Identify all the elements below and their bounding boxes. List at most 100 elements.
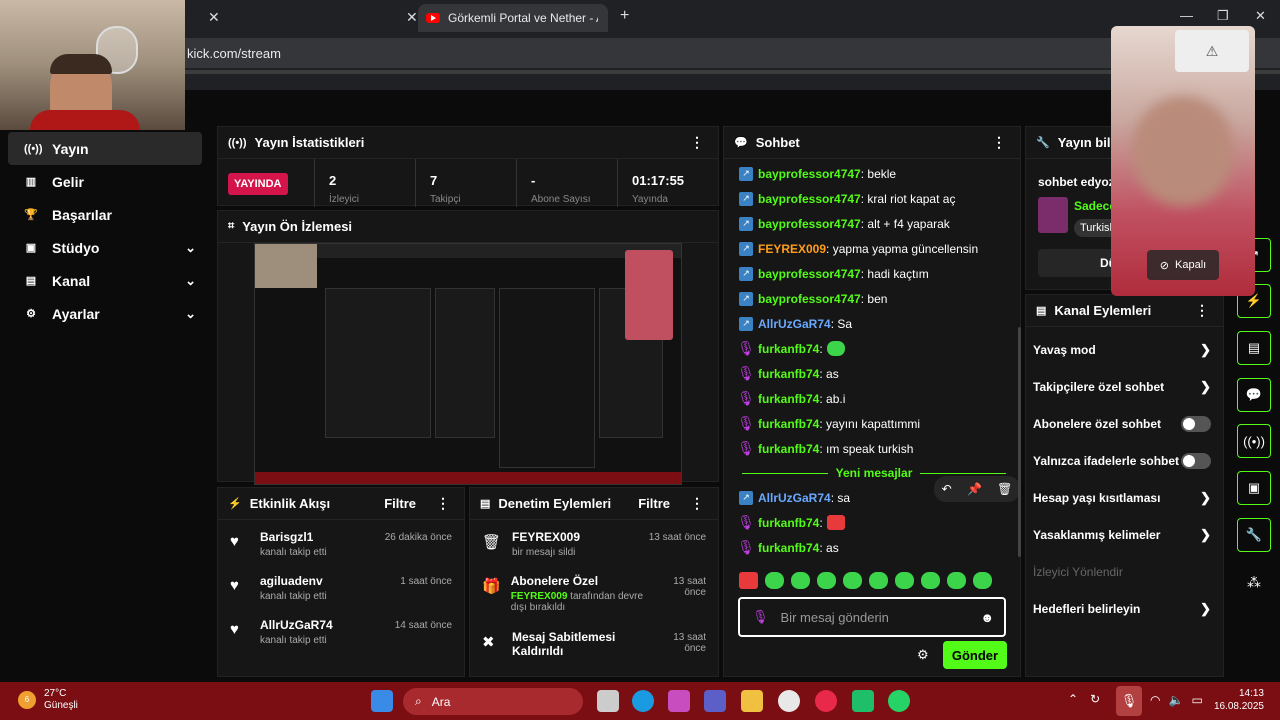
toggle-switch[interactable] (1181, 452, 1211, 469)
chat-input[interactable]: 🎙 Bir mesaj gönderin ☻ (738, 597, 1006, 637)
chat-username[interactable]: bayprofessor4747 (758, 267, 861, 281)
stream-preview-image[interactable] (254, 243, 682, 485)
chat-message[interactable]: ↗ bayprofessor4747: bekle (724, 161, 1020, 186)
emote-button[interactable] (895, 572, 914, 589)
chat-username[interactable]: FEYREX009 (758, 242, 826, 256)
chat-message[interactable]: ↗ FEYREX009: yapma yapma güncellensin (724, 236, 1020, 261)
chat-username[interactable]: bayprofessor4747 (758, 292, 861, 306)
chat-scrollbar[interactable] (1018, 327, 1021, 557)
camera-off-button[interactable]: ⊘ Kapalı (1147, 250, 1219, 280)
sync-icon[interactable]: ↻ (1090, 692, 1100, 706)
channel-action-item[interactable]: Hesap yaşı kısıtlaması ❯ (1026, 479, 1223, 516)
emote-button[interactable] (765, 572, 784, 589)
maximize-icon[interactable]: ❐ (1217, 8, 1229, 24)
taskbar-search[interactable]: ⌕ Ara (403, 688, 583, 715)
wrench-icon[interactable]: 🔧 (1237, 518, 1271, 552)
channel-action-item[interactable]: Yalnızca ifadelerle sohbet (1026, 442, 1223, 479)
close-window-icon[interactable]: ✕ (1255, 8, 1266, 24)
chat-username[interactable]: AllrUzGaR74 (758, 317, 831, 331)
chat-settings-icon[interactable]: ⚙ (917, 647, 929, 663)
emote-button[interactable] (947, 572, 966, 589)
chat-message[interactable]: ↗ bayprofessor4747: alt + f4 yaparak (724, 211, 1020, 236)
chat-username[interactable]: bayprofessor4747 (758, 192, 861, 206)
layout-icon[interactable]: ⁂ (1247, 574, 1261, 591)
sidebar-item-ayarlar[interactable]: ⚙ Ayarlar ⌄ (8, 297, 202, 330)
chat-message[interactable]: 🎙 furkanfb74: as (724, 361, 1020, 386)
windows-start-icon[interactable] (371, 690, 393, 712)
wifi-icon[interactable]: ◠ (1150, 693, 1160, 707)
copilot-icon[interactable] (668, 690, 690, 712)
chat-username[interactable]: furkanfb74 (758, 392, 819, 406)
sidebar-item-studyo[interactable]: ▣ Stüdyo ⌄ (8, 231, 202, 264)
channel-action-item[interactable]: Takipçilere özel sohbet ❯ (1026, 368, 1223, 405)
warning-icon[interactable]: ⚠ (1175, 30, 1249, 72)
folder-icon[interactable] (741, 690, 763, 712)
chat-username[interactable]: furkanfb74 (758, 417, 819, 431)
more-menu-icon[interactable]: ⋮ (1195, 302, 1209, 319)
emote-button[interactable] (869, 572, 888, 589)
send-button[interactable]: Gönder (943, 641, 1007, 669)
sidebar-item-kanal[interactable]: ▤ Kanal ⌄ (8, 264, 202, 297)
toggle-switch[interactable] (1181, 415, 1211, 432)
chat-username[interactable]: furkanfb74 (758, 367, 819, 381)
chrome-icon[interactable] (778, 690, 800, 712)
sidebar-item-basarilar[interactable]: 🏆 Başarılar (8, 198, 202, 231)
sidebar-item-gelir[interactable]: ▥ Gelir (8, 165, 202, 198)
edge-icon[interactable] (632, 690, 654, 712)
chat-username[interactable]: furkanfb74 (758, 442, 819, 456)
weather-widget[interactable]: 6 27°C Güneşli (18, 688, 78, 712)
chat-message[interactable]: 🎙 furkanfb74: yayını kapattımmi (724, 411, 1020, 436)
chat-message[interactable]: 🎙 furkanfb74: ım speak turkish (724, 436, 1020, 461)
chat-message[interactable]: ↗ bayprofessor4747: ben (724, 286, 1020, 311)
chat-message[interactable]: ↗ AllrUzGaR74: sa (724, 485, 1020, 510)
task-view-icon[interactable] (597, 690, 619, 712)
chat-username[interactable]: bayprofessor4747 (758, 217, 861, 231)
channel-icon[interactable]: ▣ (1237, 471, 1271, 505)
volume-icon[interactable]: 🔈 (1168, 693, 1183, 707)
document-icon[interactable]: ▤ (1237, 331, 1271, 365)
more-menu-icon[interactable]: ⋮ (992, 134, 1006, 151)
close-tab-icon[interactable]: ✕ (208, 9, 220, 26)
more-menu-icon[interactable]: ⋮ (690, 495, 704, 512)
chat-icon[interactable]: 💬 (1237, 378, 1271, 412)
mic-icon[interactable]: 🎙 (1116, 686, 1142, 716)
chat-message[interactable]: 🎙 furkanfb74: ab.i (724, 386, 1020, 411)
close-tab-icon[interactable]: ✕ (406, 9, 418, 26)
teams-icon[interactable] (704, 690, 726, 712)
chevron-up-icon[interactable]: ⌃ (1068, 692, 1078, 706)
emote-button[interactable] (817, 572, 836, 589)
chat-username[interactable]: furkanfb74 (758, 541, 819, 555)
channel-action-item[interactable]: Hedefleri belirleyin ❯ (1026, 590, 1223, 627)
chat-username[interactable]: furkanfb74 (758, 342, 819, 356)
emoji-icon[interactable]: ☻ (980, 610, 994, 625)
yandex-icon[interactable] (815, 690, 837, 712)
chat-username[interactable]: AllrUzGaR74 (758, 491, 831, 505)
chat-username[interactable]: bayprofessor4747 (758, 167, 861, 181)
chat-message[interactable]: 🎙 furkanfb74: (724, 336, 1020, 361)
filter-button[interactable]: Filtre (638, 496, 670, 511)
sidebar-item-yayin[interactable]: ((•)) Yayın (8, 132, 202, 165)
more-menu-icon[interactable]: ⋮ (436, 495, 450, 512)
channel-action-item[interactable]: Yavaş mod ❯ (1026, 331, 1223, 368)
chat-message[interactable]: ↗ AllrUzGaR74: Sa (724, 311, 1020, 336)
emote-button[interactable] (843, 572, 862, 589)
channel-action-item[interactable]: Abonelere özel sohbet (1026, 405, 1223, 442)
emote-button[interactable] (791, 572, 810, 589)
emote-button[interactable] (921, 572, 940, 589)
channel-action-item[interactable]: Yasaklanmış kelimeler ❯ (1026, 516, 1223, 553)
chat-message[interactable]: 🎙 furkanfb74: as (724, 535, 1020, 560)
emote-button[interactable] (973, 572, 992, 589)
emote-button[interactable] (739, 572, 758, 589)
minimize-icon[interactable]: — (1180, 8, 1193, 23)
chat-message[interactable]: ↗ bayprofessor4747: kral riot kapat aç (724, 186, 1020, 211)
new-tab-icon[interactable]: + (620, 7, 629, 25)
app-icon[interactable] (852, 690, 874, 712)
chat-message[interactable]: 🎙 furkanfb74: (724, 510, 1020, 535)
battery-icon[interactable]: ▭ (1191, 693, 1202, 707)
broadcast-icon[interactable]: ((•)) (1237, 424, 1271, 458)
whatsapp-icon[interactable] (888, 690, 910, 712)
taskbar-clock[interactable]: 14:13 16.08.2025 (1214, 687, 1264, 713)
chat-username[interactable]: furkanfb74 (758, 516, 819, 530)
browser-tab[interactable]: Görkemli Portal ve Nether - Abo (418, 4, 608, 32)
chat-message[interactable]: ↗ bayprofessor4747: hadi kaçtım (724, 261, 1020, 286)
